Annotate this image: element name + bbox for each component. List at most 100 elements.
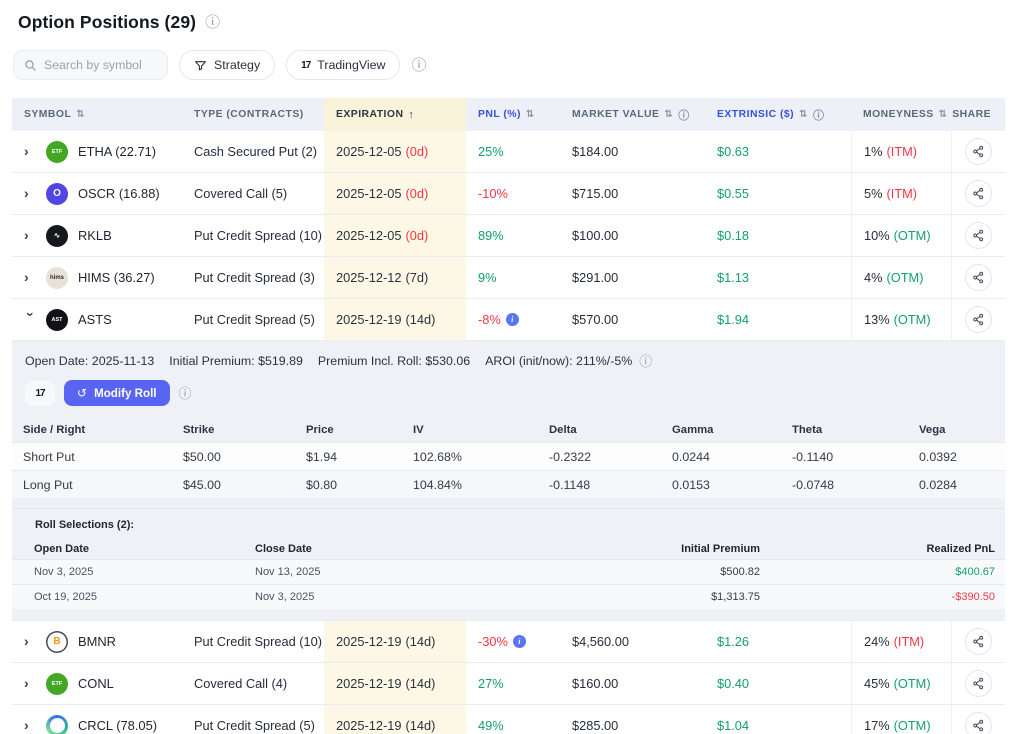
symbol-name: BMNR (78, 634, 116, 649)
share-icon (972, 677, 985, 690)
toolbar-info-icon[interactable]: ⓘ (411, 58, 426, 73)
moneyness-value: 10% (864, 228, 890, 243)
symbol-cell: › O OSCR (16.88) (12, 173, 182, 214)
share-button[interactable] (965, 180, 992, 207)
share-cell (951, 173, 1005, 214)
header-symbol[interactable]: SYMBOL ⇅ (12, 98, 182, 131)
expand-chevron-icon[interactable]: › (24, 185, 38, 201)
moneyness-value: 24% (864, 634, 890, 649)
share-icon (972, 187, 985, 200)
extrinsic-cell: $1.04 (705, 705, 851, 734)
roll-close-date: Nov 3, 2025 (255, 591, 530, 603)
share-cell (951, 621, 1005, 662)
table-row[interactable]: › ETF CONL Covered Call (4) 2025-12-19 (… (12, 663, 1005, 705)
strike: $50.00 (172, 450, 295, 464)
share-button[interactable] (965, 138, 992, 165)
sort-ascending-icon: ↑ (408, 109, 414, 121)
search-box[interactable] (13, 50, 168, 80)
table-row[interactable]: › O OSCR (16.88) Covered Call (5) 2025-1… (12, 173, 1005, 215)
market-value-cell: $160.00 (560, 663, 705, 704)
share-cell (951, 299, 1005, 340)
roll-open-date: Oct 19, 2025 (12, 591, 255, 603)
pnl-info-icon[interactable]: i (506, 313, 519, 326)
header-extrinsic[interactable]: EXTRINSIC ($) ⇅ ⓘ (705, 98, 851, 131)
header-market-value[interactable]: MARKET VALUE ⇅ ⓘ (560, 98, 705, 131)
share-icon (972, 635, 985, 648)
type-cell: Put Credit Spread (5) (182, 299, 324, 340)
extrinsic-cell: $0.40 (705, 663, 851, 704)
modify-roll-info-icon[interactable]: ⓘ (179, 387, 192, 400)
gamma: 0.0244 (661, 450, 781, 464)
share-icon (972, 145, 985, 158)
expand-chevron-icon[interactable]: › (24, 675, 38, 691)
expiration-date: 2025-12-12 (336, 270, 401, 285)
symbol-name: CRCL (78.05) (78, 718, 157, 733)
filter-funnel-icon (194, 59, 207, 72)
header-expiration[interactable]: EXPIRATION ↑ (324, 98, 466, 131)
symbol-logo: hims (46, 267, 68, 289)
symbol-name: ASTS (78, 312, 112, 327)
symbol-cell: › CRCL (78.05) (12, 705, 182, 734)
expiration-cell: 2025-12-05 (0d) (324, 173, 466, 214)
header-moneyness[interactable]: MONEYNESS ⇅ (851, 98, 951, 131)
legs-table: Side / Right Strike Price IV Delta Gamma… (12, 417, 1005, 498)
extrinsic-info-icon[interactable]: ⓘ (813, 107, 824, 123)
aroi-info-icon[interactable]: ⓘ (639, 355, 652, 368)
expiration-cell: 2025-12-05 (0d) (324, 215, 466, 256)
theta: -0.0748 (781, 478, 908, 492)
type-cell: Put Credit Spread (10) (182, 215, 324, 256)
share-icon (972, 313, 985, 326)
panel-actions: 17 ↺ Modify Roll ⓘ (25, 380, 1005, 406)
table-row[interactable]: › AST ASTS Put Credit Spread (5) 2025-12… (12, 299, 1005, 341)
days-to-expiry: (0d) (405, 144, 428, 159)
expand-chevron-icon[interactable]: › (24, 227, 38, 243)
table-row[interactable]: › hims HIMS (36.27) Put Credit Spread (3… (12, 257, 1005, 299)
share-button[interactable] (965, 628, 992, 655)
modify-roll-button[interactable]: ↺ Modify Roll (64, 380, 170, 406)
pnl-cell: 27% (466, 663, 560, 704)
expand-chevron-icon[interactable]: › (23, 312, 39, 326)
tradingview-chart-button[interactable]: 17 (25, 381, 55, 406)
pnl-cell: 9% (466, 257, 560, 298)
expiration-cell: 2025-12-05 (0d) (324, 131, 466, 172)
search-input[interactable] (44, 58, 154, 72)
expand-chevron-icon[interactable]: › (24, 633, 38, 649)
strategy-filter-button[interactable]: Strategy (179, 50, 275, 80)
pnl-value: -8% (478, 312, 501, 327)
symbol-cell: › ∿ RKLB (12, 215, 182, 256)
expand-chevron-icon[interactable]: › (24, 717, 38, 733)
pnl-info-icon[interactable]: i (513, 635, 526, 648)
share-cell (951, 257, 1005, 298)
table-row[interactable]: › CRCL (78.05) Put Credit Spread (5) 202… (12, 705, 1005, 734)
days-to-expiry: (0d) (405, 228, 428, 243)
pnl-cell: 25% (466, 131, 560, 172)
market-value-info-icon[interactable]: ⓘ (678, 107, 689, 123)
expand-chevron-icon[interactable]: › (24, 143, 38, 159)
share-button[interactable] (965, 306, 992, 333)
title-info-icon[interactable]: ⓘ (205, 15, 220, 30)
moneyness-cell: 13% (OTM) (851, 299, 951, 340)
share-button[interactable] (965, 264, 992, 291)
moneyness-value: 45% (864, 676, 890, 691)
history-icon: ↺ (77, 386, 87, 400)
table-row[interactable]: › ∿ RKLB Put Credit Spread (10) 2025-12-… (12, 215, 1005, 257)
roll-realized-pnl: -$390.50 (760, 591, 995, 603)
extrinsic-cell: $0.55 (705, 173, 851, 214)
header-pnl[interactable]: PNL (%) ⇅ (466, 98, 560, 131)
share-button[interactable] (965, 222, 992, 249)
expiration-date: 2025-12-19 (336, 312, 401, 327)
symbol-name: HIMS (36.27) (78, 270, 155, 285)
tradingview-button[interactable]: 17 TradingView (286, 50, 400, 80)
symbol-cell: › B BMNR (12, 621, 182, 662)
tradingview-label: TradingView (317, 58, 385, 72)
days-to-expiry: (14d) (405, 634, 435, 649)
table-row[interactable]: › ETF ETHA (22.71) Cash Secured Put (2) … (12, 131, 1005, 173)
pnl-value: 25% (478, 144, 504, 159)
expand-chevron-icon[interactable]: › (24, 269, 38, 285)
header-type[interactable]: TYPE (CONTRACTS) (182, 98, 324, 131)
expiration-date: 2025-12-19 (336, 718, 401, 733)
symbol-name: ETHA (22.71) (78, 144, 156, 159)
table-row[interactable]: › B BMNR Put Credit Spread (10) 2025-12-… (12, 621, 1005, 663)
share-button[interactable] (965, 712, 992, 734)
share-button[interactable] (965, 670, 992, 697)
